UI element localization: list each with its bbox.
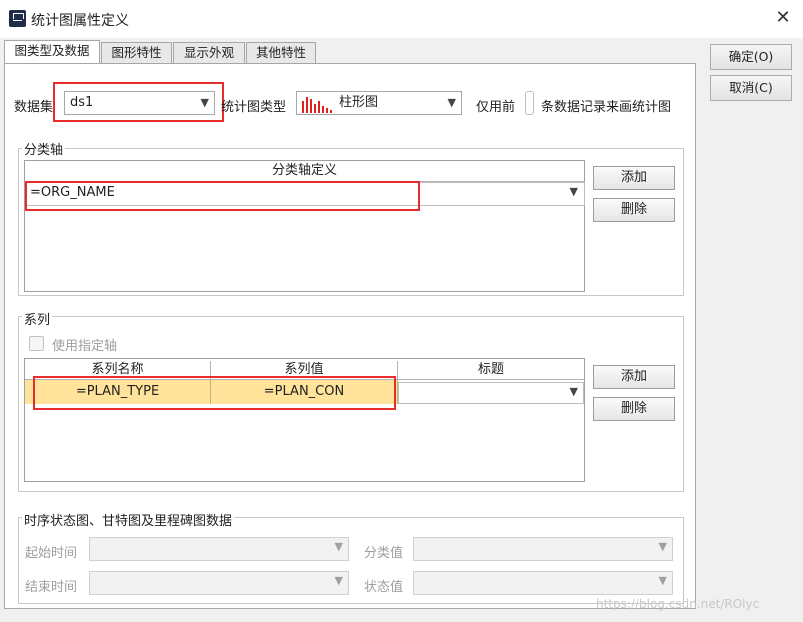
chart-type-select[interactable]: 柱形图 ▼: [296, 91, 462, 115]
category-value-select[interactable]: ▼: [413, 537, 673, 561]
category-axis-legend: 分类轴: [22, 139, 66, 158]
end-time-label: 结束时间: [25, 580, 78, 595]
use-axis-checkbox[interactable]: [29, 336, 44, 351]
end-time-select[interactable]: ▼: [89, 571, 349, 595]
delete-category-button[interactable]: 删除: [593, 198, 675, 222]
close-icon[interactable]: ✕: [772, 6, 794, 30]
chevron-down-icon[interactable]: ▼: [570, 185, 578, 198]
only-first-label: 仅用前: [476, 100, 516, 115]
tab-chart-type-data[interactable]: 图类型及数据: [4, 40, 100, 63]
tab-other-properties[interactable]: 其他特性: [246, 42, 316, 63]
add-category-button[interactable]: 添加: [593, 166, 675, 190]
chart-type-value: 柱形图: [339, 95, 379, 110]
state-value-select[interactable]: ▼: [413, 571, 673, 595]
chart-type-label: 统计图类型: [221, 100, 287, 115]
window-title: 统计图属性定义: [31, 13, 129, 29]
chevron-down-icon: ▼: [334, 574, 343, 587]
watermark: https://blog.csdn.net/ROlyc: [596, 597, 760, 611]
series-title-select[interactable]: ▼: [398, 382, 584, 404]
cancel-button[interactable]: 取消(C): [710, 75, 792, 101]
tab-graph-properties[interactable]: 图形特性: [101, 42, 172, 63]
start-time-select[interactable]: ▼: [89, 537, 349, 561]
start-time-label: 起始时间: [25, 546, 78, 561]
timing-legend: 时序状态图、甘特图及里程碑图数据: [22, 510, 235, 529]
ok-button[interactable]: 确定(O): [710, 44, 792, 70]
category-value-label: 分类值: [364, 546, 404, 561]
chevron-down-icon: ▼: [658, 540, 667, 553]
records-suffix-label: 条数据记录来画统计图: [541, 100, 672, 115]
chevron-down-icon: ▼: [569, 385, 578, 398]
chevron-down-icon: ▼: [334, 540, 343, 553]
state-value-label: 状态值: [364, 580, 404, 595]
delete-series-button[interactable]: 删除: [593, 397, 675, 421]
add-series-button[interactable]: 添加: [593, 365, 675, 389]
use-axis-label: 使用指定轴: [52, 339, 118, 354]
category-axis-header: 分类轴定义: [25, 162, 584, 182]
highlight-box-dataset: [53, 82, 224, 122]
dataset-label: 数据集: [14, 100, 54, 115]
highlight-box-series: [33, 376, 396, 410]
series-legend: 系列: [22, 309, 53, 328]
chevron-down-icon: ▼: [447, 96, 456, 109]
bar-chart-icon: [302, 97, 332, 113]
series-title-header: 标题: [398, 361, 584, 380]
chevron-down-icon: ▼: [658, 574, 667, 587]
tab-display-appearance[interactable]: 显示外观: [173, 42, 245, 63]
highlight-box-category: [25, 181, 420, 211]
app-icon: [9, 10, 26, 27]
record-count-input[interactable]: [525, 91, 534, 115]
